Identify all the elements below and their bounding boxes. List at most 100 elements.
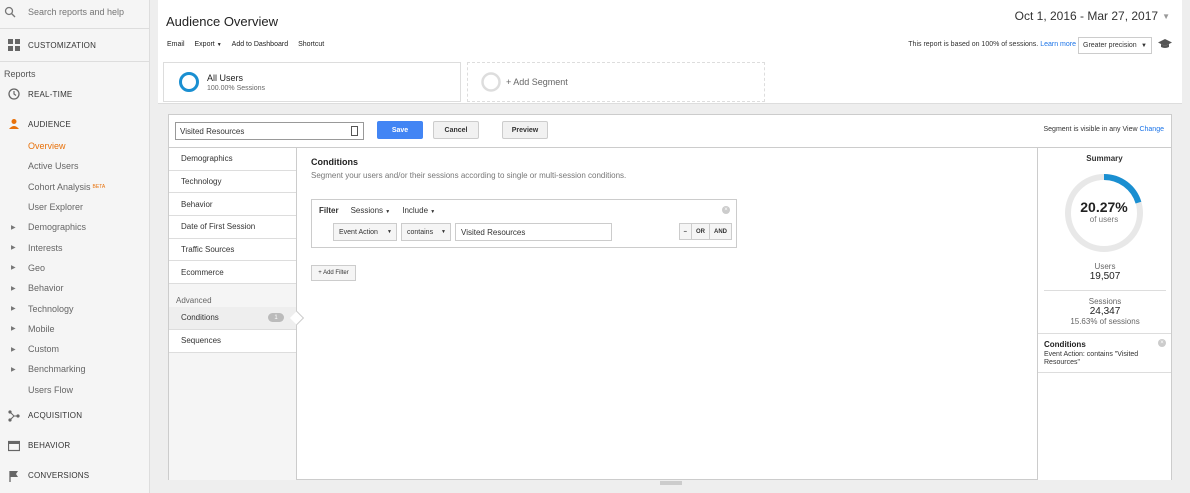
condition-summary-title: Conditions [1044, 340, 1086, 349]
category-traffic-sources[interactable]: Traffic Sources [169, 238, 296, 262]
divider [0, 28, 149, 29]
sessions-percent: 15.63% of sessions [1070, 317, 1140, 326]
visibility-note-text: Segment is visible in any View [1043, 126, 1138, 133]
clock-icon [0, 88, 28, 100]
save-button[interactable]: Save [377, 121, 423, 139]
summary-percent: 20.27% [1080, 199, 1128, 215]
learn-more-link[interactable]: Learn more [1040, 41, 1076, 48]
nav-customization[interactable]: CUSTOMIZATION [0, 33, 149, 57]
close-icon[interactable]: × [1158, 339, 1166, 347]
nav-acquisition-label: ACQUISITION [28, 411, 83, 421]
flag-icon [0, 470, 28, 482]
segment-name-input[interactable]: Visited Resources [175, 122, 364, 140]
nav-conversions[interactable]: CONVERSIONS [0, 464, 149, 488]
nav-behavior[interactable]: BEHAVIOR [0, 434, 149, 458]
summary-title: Summary [1086, 154, 1123, 163]
chevron-down-icon: ▼ [430, 209, 436, 215]
condition-value-input[interactable]: Visited Resources [455, 223, 612, 241]
nav-user-explorer[interactable]: User Explorer [0, 197, 149, 217]
date-range-text: Oct 1, 2016 - Mar 27, 2017 [1014, 9, 1159, 23]
category-conditions[interactable]: Conditions 1 [169, 307, 305, 330]
category-technology[interactable]: Technology [169, 170, 296, 194]
add-to-dashboard-button[interactable]: Add to Dashboard [232, 41, 288, 48]
shortcut-button[interactable]: Shortcut [298, 41, 324, 48]
dashboard-icon [0, 39, 28, 51]
and-button[interactable]: AND [709, 224, 731, 239]
chevron-down-icon: ▼ [387, 229, 392, 235]
window-icon [0, 440, 28, 452]
chevron-down-icon: ▼ [385, 209, 391, 215]
category-first-session[interactable]: Date of First Session [169, 216, 296, 239]
nav-conversions-label: CONVERSIONS [28, 471, 90, 481]
nav-geo[interactable]: ▶ Geo [0, 258, 149, 278]
nav-custom-label: Custom [28, 344, 60, 355]
expand-triangle-icon: ▶ [11, 346, 16, 353]
change-link[interactable]: Change [1139, 126, 1164, 133]
nav-mobile[interactable]: ▶ Mobile [0, 319, 149, 339]
category-conditions-label: Conditions [181, 313, 219, 323]
nav-active-users[interactable]: Active Users [0, 156, 149, 176]
sessions-label: Sessions [1088, 297, 1122, 306]
resize-handle[interactable] [660, 481, 682, 485]
category-ecommerce[interactable]: Ecommerce [169, 261, 296, 285]
editor-topbar: Visited Resources Save Cancel Preview Se… [169, 115, 1171, 148]
nav-behavior-sub[interactable]: ▶ Behavior [0, 278, 149, 298]
expand-triangle-icon: ▶ [11, 245, 16, 252]
scope-dropdown[interactable]: Sessions ▼ [351, 206, 391, 215]
operator-dropdown[interactable]: contains ▼ [401, 223, 451, 241]
cancel-button[interactable]: Cancel [433, 121, 479, 139]
scope-value: Sessions [350, 206, 384, 215]
nav-custom[interactable]: ▶ Custom [0, 339, 149, 359]
segment-editor: Visited Resources Save Cancel Preview Se… [168, 114, 1172, 480]
nav-customization-label: CUSTOMIZATION [28, 40, 97, 50]
segments-bar: All Users 100.00% Sessions + Add Segment [158, 60, 1182, 104]
person-icon [0, 118, 28, 130]
add-segment-button[interactable]: + Add Segment [467, 62, 765, 102]
advanced-label: Advanced [176, 296, 212, 306]
category-sequences[interactable]: Sequences [169, 329, 296, 353]
chevron-down-icon: ▼ [441, 229, 446, 235]
nav-interests-label: Interests [28, 242, 63, 253]
selected-pointer [289, 311, 305, 326]
include-dropdown[interactable]: Include ▼ [402, 206, 435, 215]
remove-condition-button[interactable]: – [679, 224, 691, 239]
nav-technology[interactable]: ▶ Technology [0, 298, 149, 318]
segment-all-users-text: All Users 100.00% Sessions [207, 73, 265, 92]
preview-button[interactable]: Preview [502, 121, 548, 139]
add-filter-button[interactable]: + Add Filter [311, 265, 356, 281]
nav-audience[interactable]: AUDIENCE [0, 112, 149, 136]
dimension-dropdown[interactable]: Event Action ▼ [333, 223, 397, 241]
email-button[interactable]: Email [167, 41, 185, 48]
category-demographics[interactable]: Demographics [169, 148, 296, 171]
users-value: 19,507 [1089, 271, 1121, 282]
nav-users-flow[interactable]: Users Flow [0, 380, 149, 400]
conditions-panel: Conditions Segment your users and/or the… [311, 157, 1031, 281]
close-icon[interactable]: × [722, 206, 730, 214]
users-label: Users [1094, 262, 1116, 271]
nav-realtime-label: REAL-TIME [28, 89, 73, 99]
export-button[interactable]: Export ▼ [195, 41, 222, 48]
segment-ring-icon [179, 72, 199, 92]
graduation-cap-icon[interactable] [1158, 38, 1172, 50]
precision-select[interactable]: Greater precision ▼ [1078, 37, 1152, 54]
nav-overview[interactable]: Overview [0, 136, 149, 156]
nav-cohort-label: Cohort Analysis [28, 181, 91, 192]
segment-all-users[interactable]: All Users 100.00% Sessions [163, 62, 461, 102]
ring-label: 20.27% of users [1062, 199, 1146, 224]
divider [0, 61, 149, 62]
conditions-title: Conditions [311, 157, 358, 167]
nav-acquisition[interactable]: ACQUISITION [0, 404, 149, 428]
or-button[interactable]: OR [691, 224, 709, 239]
date-range-picker[interactable]: Oct 1, 2016 - Mar 27, 2017 ▼ [1015, 9, 1170, 23]
operator-value: contains [407, 228, 434, 236]
nav-cohort-analysis[interactable]: Cohort Analysis BETA [0, 177, 149, 197]
conditions-subtitle: Segment your users and/or their sessions… [311, 171, 627, 180]
nav-demographics-label: Demographics [28, 222, 87, 233]
nav-demographics[interactable]: ▶ Demographics [0, 217, 149, 237]
search-input[interactable] [28, 7, 148, 17]
nav-interests[interactable]: ▶ Interests [0, 237, 149, 257]
nav-realtime[interactable]: REAL-TIME [0, 82, 149, 106]
nav-benchmarking[interactable]: ▶ Benchmarking [0, 359, 149, 379]
chevron-down-icon: ▼ [1162, 11, 1170, 21]
category-behavior[interactable]: Behavior [169, 193, 296, 217]
